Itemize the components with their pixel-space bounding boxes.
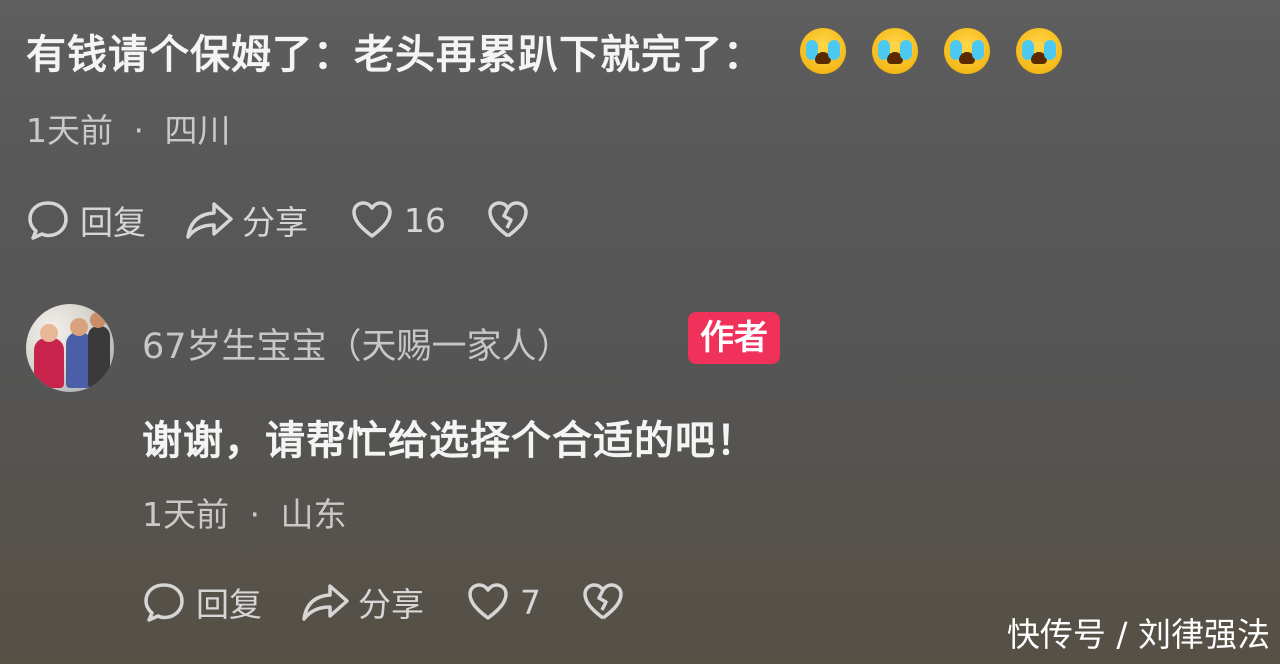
share-label: 分享	[358, 585, 424, 624]
dislike-button[interactable]	[581, 580, 625, 624]
comment-2-location: 山东	[280, 495, 347, 534]
comment-2-meta: 1天前 · 山东	[142, 488, 347, 536]
share-button[interactable]: 分享	[300, 578, 424, 626]
share-arrow-icon	[184, 198, 236, 242]
watermark: 快传号 / 刘律强法	[1006, 615, 1270, 654]
comment-1-actions: 回复 分享 16	[26, 196, 530, 244]
crying-emoji-icon	[800, 28, 846, 74]
comment-bubble-icon	[142, 580, 186, 624]
heart-icon	[350, 198, 394, 242]
author-badge: 作者	[688, 312, 780, 364]
comment-2-text: 谢谢，请帮忙给选择个合适的吧！	[142, 418, 757, 464]
comment-1-meta: 1天前 · 四川	[26, 104, 231, 152]
like-count: 7	[520, 582, 541, 622]
meta-separator: ·	[133, 111, 145, 150]
dislike-button[interactable]	[486, 198, 530, 242]
like-button[interactable]: 7	[466, 580, 541, 624]
comment-2-time: 1天前	[142, 495, 229, 534]
share-button[interactable]: 分享	[184, 196, 308, 244]
reply-label: 回复	[80, 203, 146, 242]
comment-1-text: 有钱请个保姆了：老头再累趴下就完了：	[26, 32, 764, 78]
username[interactable]: 67岁生宝宝（天赐一家人）	[142, 318, 572, 369]
crying-emoji-icon	[872, 28, 918, 74]
like-count: 16	[404, 200, 446, 240]
comment-bubble-icon	[26, 198, 70, 242]
share-label: 分享	[242, 203, 308, 242]
reply-label: 回复	[196, 585, 262, 624]
meta-separator: ·	[249, 495, 261, 534]
comment-2-actions: 回复 分享 7	[142, 578, 625, 626]
crying-emoji-icon	[944, 28, 990, 74]
comment-1-time: 1天前	[26, 111, 113, 150]
avatar[interactable]	[26, 304, 114, 392]
broken-heart-icon	[486, 198, 530, 242]
reply-button[interactable]: 回复	[26, 196, 146, 244]
comment-1-text-row: 有钱请个保姆了：老头再累趴下就完了：	[26, 22, 1062, 80]
crying-emoji-icon	[1016, 28, 1062, 74]
comment-1-emojis	[800, 28, 1062, 74]
like-button[interactable]: 16	[350, 198, 446, 242]
reply-button[interactable]: 回复	[142, 578, 262, 626]
heart-icon	[466, 580, 510, 624]
broken-heart-icon	[581, 580, 625, 624]
comment-1-location: 四川	[164, 111, 231, 150]
share-arrow-icon	[300, 580, 352, 624]
